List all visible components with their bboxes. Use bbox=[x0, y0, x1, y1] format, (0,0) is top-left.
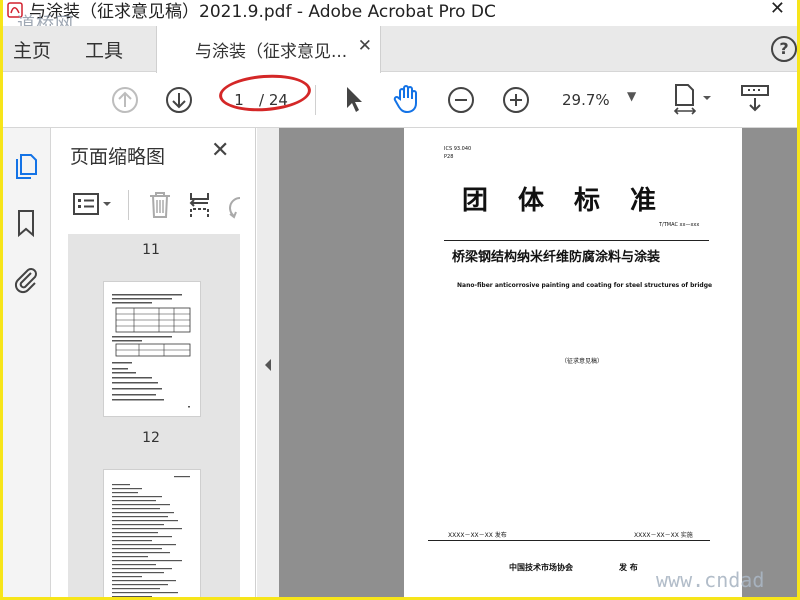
page-thumbnails-panel: 页面缩略图 ✕ 11 12 bbox=[52, 128, 297, 597]
document-title-cn: 桥梁钢结构纳米纤维防腐涂料与涂装 bbox=[452, 250, 661, 265]
select-cursor-icon[interactable] bbox=[343, 84, 365, 114]
fit-page-icon[interactable] bbox=[671, 83, 715, 117]
zoom-in-icon[interactable] bbox=[502, 86, 530, 114]
title-bar: 与涂装（征求意见稿）2021.9.pdf - Adobe Acrobat Pro… bbox=[3, 0, 797, 26]
arrow-down-icon[interactable] bbox=[165, 86, 193, 114]
draft-note: （征求意见稿） bbox=[561, 358, 604, 365]
document-tab-label: 与涂装（征求意见... bbox=[195, 42, 348, 62]
standard-number: T/TMAC xx—xxx bbox=[659, 222, 700, 228]
issuing-organization: 中国技术市场协会 bbox=[509, 563, 573, 572]
annotation-oval bbox=[217, 71, 313, 115]
tab-document[interactable]: 与涂装（征求意见... ✕ bbox=[156, 26, 381, 73]
zoom-out-icon[interactable] bbox=[447, 86, 475, 114]
document-title-en: Nano-fiber anticorrosive painting and co… bbox=[457, 282, 713, 289]
toolbar: 1 / 24 29.7% ▼ bbox=[3, 71, 797, 128]
attachment-icon[interactable] bbox=[11, 264, 41, 294]
chevron-down-icon[interactable]: ▼ bbox=[627, 89, 636, 103]
thumbnail-label: 12 bbox=[142, 430, 160, 446]
close-tab-button[interactable]: ✕ bbox=[358, 36, 372, 56]
insert-pages-icon[interactable] bbox=[186, 190, 216, 220]
toolbar-separator bbox=[315, 85, 316, 115]
panel-toolbar bbox=[52, 180, 242, 230]
thumbnail-list: 11 12 bbox=[68, 234, 240, 597]
panel-title: 页面缩略图 bbox=[70, 146, 166, 168]
issue-date: XXXX－XX－XX 发布 bbox=[448, 532, 507, 539]
hand-tool-icon[interactable] bbox=[391, 83, 423, 115]
tab-home[interactable]: 主页 bbox=[13, 36, 51, 63]
panel-toolbar-separator bbox=[128, 190, 129, 220]
page-thumbnails-icon[interactable] bbox=[11, 150, 41, 180]
navigation-pane-strip bbox=[3, 128, 51, 597]
options-menu-icon[interactable] bbox=[72, 192, 116, 218]
document-page: ICS 93.040 P28 团体标准 T/TMAC xx—xxx 桥梁钢结构纳… bbox=[404, 128, 742, 597]
zoom-level-select[interactable]: 29.7% bbox=[562, 86, 610, 114]
rotate-icon[interactable] bbox=[226, 192, 242, 220]
arrow-up-icon[interactable] bbox=[111, 86, 139, 114]
help-button[interactable]: ? bbox=[771, 36, 797, 62]
thumbnail-label: 11 bbox=[142, 242, 160, 258]
divider bbox=[428, 540, 710, 541]
window-title: 与涂装（征求意见稿）2021.9.pdf - Adobe Acrobat Pro… bbox=[29, 2, 496, 22]
implement-date: XXXX－XX－XX 实施 bbox=[634, 532, 693, 539]
thumbnail-page[interactable] bbox=[104, 470, 200, 597]
tab-tools[interactable]: 工具 bbox=[85, 36, 123, 63]
collapse-arrow-icon[interactable] bbox=[263, 358, 273, 372]
window-close-button[interactable]: ✕ bbox=[770, 0, 785, 19]
publish-label: 发 布 bbox=[619, 563, 638, 572]
ics-code: ICS 93.040 bbox=[444, 146, 472, 152]
delete-icon[interactable] bbox=[146, 190, 174, 220]
bookmark-icon[interactable] bbox=[11, 208, 41, 238]
scroll-mode-icon[interactable] bbox=[739, 83, 771, 115]
document-view[interactable]: ICS 93.040 P28 团体标准 T/TMAC xx—xxx 桥梁钢结构纳… bbox=[279, 128, 797, 597]
divider bbox=[444, 240, 709, 241]
thumbnail-page[interactable] bbox=[104, 282, 200, 416]
standard-type-heading: 团体标准 bbox=[461, 186, 686, 216]
panel-close-button[interactable]: ✕ bbox=[211, 138, 229, 163]
acrobat-window: 与涂装（征求意见稿）2021.9.pdf - Adobe Acrobat Pro… bbox=[3, 0, 797, 597]
classification-code: P28 bbox=[444, 154, 454, 160]
tab-bar: 主页 工具 与涂装（征求意见... ✕ ? bbox=[3, 26, 797, 73]
watermark-url: www.cndad bbox=[656, 568, 765, 592]
